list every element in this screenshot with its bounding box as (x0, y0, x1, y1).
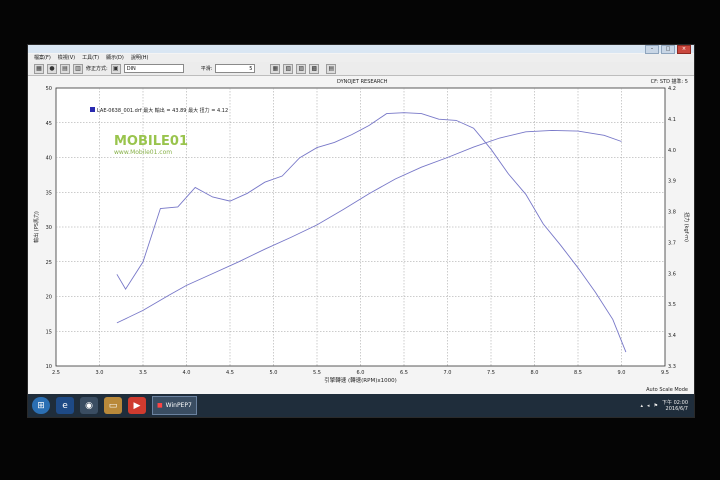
x-tick-label: 4.0 (183, 370, 191, 376)
x-tick-label: 5.0 (270, 370, 278, 376)
y-tick-label: 40 (46, 156, 52, 162)
y-tick-label: 50 (46, 86, 52, 92)
chart-header-right: CF: STD 描準: 5 (650, 79, 688, 85)
export-icon[interactable]: ▥ (73, 63, 83, 74)
x-tick-label: 3.0 (96, 370, 104, 376)
ie-browser-icon[interactable]: e (56, 397, 74, 414)
watermark-url: www.Mobile01.com (114, 149, 172, 156)
menu-view[interactable]: 檢視(V) (58, 54, 75, 62)
table-icon[interactable]: ▤ (326, 63, 337, 74)
x-axis-label: 引擎轉速 (轉速(RPM)x1000) (324, 376, 396, 384)
chart-title: DYNOJET RESEARCH (337, 79, 388, 85)
graph-icon[interactable]: ▦ (270, 63, 281, 74)
clock[interactable]: 下午 02:00 2016/6/7 (662, 400, 688, 412)
legend-swatch (90, 107, 95, 112)
flag-icon[interactable]: ⚑ (654, 403, 658, 409)
y-axis-label: 輸出 (PS馬力) (33, 211, 40, 243)
x-tick-label: 3.5 (139, 370, 147, 376)
title-bar: – □ × (28, 45, 694, 54)
menu-file[interactable]: 檔案(F) (34, 54, 51, 62)
y2-tick-label: 3.5 (668, 302, 676, 308)
x-tick-label: 9.5 (661, 370, 669, 376)
maximize-button[interactable]: □ (661, 45, 675, 54)
smoothing-stepper[interactable]: 5 (215, 64, 256, 73)
start-button-icon[interactable]: ⊞ (32, 397, 50, 414)
y-tick-label: 30 (46, 225, 52, 231)
y-tick-label: 20 (46, 295, 52, 301)
system-tray: ▴ ◂ ⚑ 下午 02:00 2016/6/7 (640, 396, 688, 415)
correction-select[interactable]: DIN (123, 64, 184, 73)
watermark-brand: MOBILE01 (114, 134, 188, 149)
zoom-icon[interactable]: ▧ (283, 63, 294, 74)
y2-tick-label: 3.4 (668, 333, 676, 339)
taskbar-app-label: WinPEP7 (165, 402, 192, 409)
dyno-chart: 2.5 3.0 3.5 4.0 4.5 5.0 5.5 6.0 6.5 7.0 7.5 8.0 8.5 9… (28, 86, 694, 391)
x-tick-label: 9.0 (618, 370, 626, 376)
correction-icon[interactable]: ▣ (110, 63, 121, 74)
smoothing-label: 平滑: (200, 66, 213, 72)
print-icon[interactable]: ▤ (60, 63, 70, 74)
media-player-icon[interactable]: ▶ (128, 397, 146, 414)
x-tick-label: 7.0 (444, 370, 452, 376)
close-button[interactable]: × (677, 45, 691, 54)
correction-label: 修正方式: (86, 66, 108, 72)
toolbar: ▦ ● ▤ ▥ 修正方式: ▣ DIN 平滑: 5 ▦ ▧ ▨ ▩ ▤ (28, 62, 694, 76)
y2-tick-label: 3.9 (668, 179, 676, 185)
legend-label: LAE-0638_001.drf 最大 輸出 = 43.89 最大 扭力 = 4… (97, 107, 228, 114)
winpep-icon: ■ (157, 402, 163, 409)
x-tick-label: 8.5 (574, 370, 582, 376)
taskbar: ⊞ e ◉ ▭ ▶ ■ WinPEP7 ▴ ◂ ⚑ 下午 02:00 2016/… (28, 394, 694, 417)
y2-tick-label: 4.2 (668, 86, 676, 92)
cursor-icon[interactable]: ▨ (296, 63, 307, 74)
open-file-icon[interactable]: ▦ (34, 63, 44, 74)
y2-tick-label: 3.7 (668, 240, 676, 246)
menu-display[interactable]: 顯示(D) (106, 54, 124, 62)
chart-header: DYNOJET RESEARCH CF: STD 描準: 5 (28, 78, 694, 86)
x-tick-label: 5.5 (313, 370, 321, 376)
y-tick-label: 45 (46, 121, 52, 127)
y-tick-label: 15 (46, 329, 52, 335)
scale-mode-status: Auto Scale Mode (646, 387, 688, 393)
y-tick-label: 35 (46, 190, 52, 196)
x-tick-label: 8.0 (531, 370, 539, 376)
y2-axis-label: 扭力 (kgf·m) (683, 212, 690, 242)
minimize-button[interactable]: – (645, 45, 659, 54)
network-icon[interactable]: ▴ (640, 403, 643, 409)
y-tick-label: 25 (46, 260, 52, 266)
clock-date: 2016/6/7 (665, 405, 688, 412)
chrome-icon[interactable]: ◉ (80, 397, 98, 414)
record-icon[interactable]: ● (47, 63, 57, 74)
monitor-screen: – □ × 檔案(F) 檢視(V) 工具(T) 顯示(D) 說明(H) ▦ ● … (27, 44, 695, 418)
clock-time: 下午 02:00 (662, 399, 688, 406)
y2-tick-label: 4.1 (668, 117, 676, 123)
y2-tick-label: 4.0 (668, 148, 676, 154)
y-tick-label: 10 (46, 364, 52, 370)
menu-help[interactable]: 說明(H) (131, 54, 149, 62)
menu-bar: 檔案(F) 檢視(V) 工具(T) 顯示(D) 說明(H) (28, 54, 694, 62)
y2-tick-label: 3.8 (668, 210, 676, 216)
menu-tools[interactable]: 工具(T) (82, 54, 99, 62)
settings-icon[interactable]: ▩ (309, 63, 320, 74)
y2-tick-label: 3.6 (668, 271, 676, 277)
x-tick-label: 6.5 (400, 370, 408, 376)
x-tick-label: 6.0 (357, 370, 365, 376)
x-tick-label: 7.5 (487, 370, 495, 376)
chart-svg: 2.5 3.0 3.5 4.0 4.5 5.0 5.5 6.0 6.5 7.0 7.5 8.0 8.5 9… (33, 86, 690, 384)
x-tick-label: 2.5 (52, 370, 60, 376)
x-tick-label: 4.5 (226, 370, 234, 376)
folder-icon[interactable]: ▭ (104, 397, 122, 414)
y2-tick-label: 3.3 (668, 364, 676, 370)
volume-icon[interactable]: ◂ (647, 403, 650, 409)
window-controls: – □ × (645, 45, 691, 54)
taskbar-app-winpep[interactable]: ■ WinPEP7 (152, 396, 197, 415)
